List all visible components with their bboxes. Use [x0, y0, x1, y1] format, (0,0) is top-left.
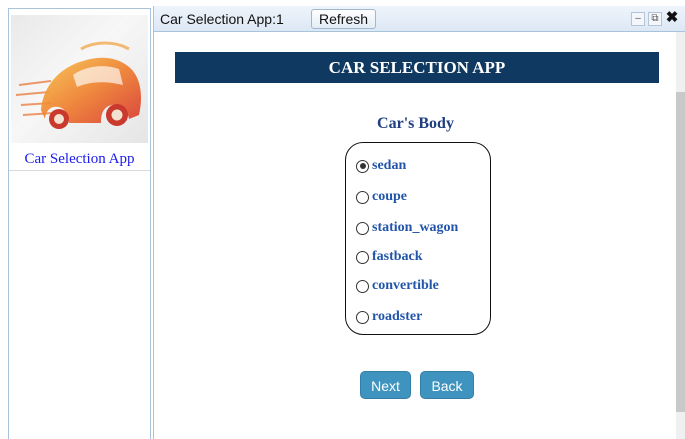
radio-coupe[interactable] — [356, 190, 369, 204]
app-sidebar: Car Selection App — [8, 8, 151, 439]
section-title: Car's Body — [377, 115, 454, 132]
option-label: fastback — [372, 249, 423, 264]
next-button[interactable]: Next — [360, 371, 411, 399]
back-button[interactable]: Back — [420, 371, 474, 399]
app-tile-car-selection[interactable]: Car Selection App — [9, 9, 150, 171]
close-icon[interactable]: ✖ — [665, 10, 679, 26]
option-label: sedan — [372, 158, 407, 173]
option-coupe[interactable]: coupe — [356, 188, 407, 206]
option-fastback[interactable]: fastback — [356, 248, 423, 266]
option-sedan[interactable]: sedan — [356, 157, 406, 175]
window-titlebar: Car Selection App:1 Refresh – ⧉ ✖ — [154, 6, 685, 32]
minimize-icon[interactable]: – — [631, 12, 645, 26]
popout-icon[interactable]: ⧉ — [648, 12, 662, 26]
car-body-options: sedan coupe station_wagon fastback conve… — [345, 142, 491, 335]
option-label: station_wagon — [372, 220, 459, 235]
app-label[interactable]: Car Selection App — [9, 151, 150, 168]
window-title: Car Selection App:1 — [160, 11, 284, 27]
radio-station-wagon[interactable] — [356, 221, 369, 235]
vertical-scrollbar[interactable] — [676, 32, 685, 439]
option-label: roadster — [372, 309, 423, 324]
option-label: coupe — [372, 189, 407, 204]
radio-convertible[interactable] — [356, 279, 369, 293]
scrollbar-thumb[interactable] — [676, 92, 685, 412]
option-station-wagon[interactable]: station_wagon — [356, 219, 458, 237]
app-header: CAR SELECTION APP — [175, 52, 659, 83]
option-convertible[interactable]: convertible — [356, 277, 439, 295]
option-roadster[interactable]: roadster — [356, 308, 422, 326]
refresh-button[interactable]: Refresh — [311, 9, 377, 29]
radio-fastback[interactable] — [356, 250, 369, 264]
radio-roadster[interactable] — [356, 310, 369, 324]
car-logo-icon — [11, 15, 148, 143]
option-label: convertible — [372, 278, 439, 293]
radio-sedan[interactable] — [356, 159, 369, 173]
main-panel: Car Selection App:1 Refresh – ⧉ ✖ CAR SE… — [153, 6, 685, 439]
